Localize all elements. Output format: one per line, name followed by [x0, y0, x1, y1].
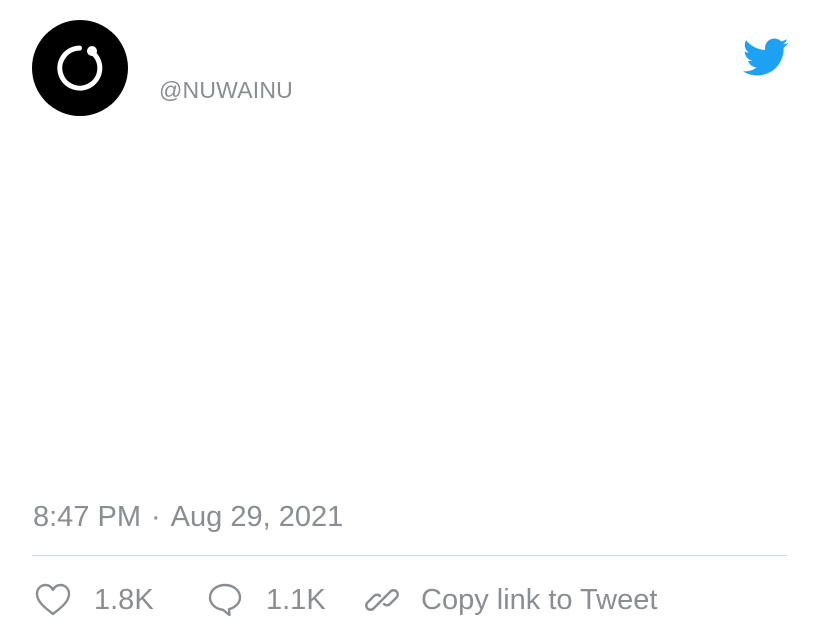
link-icon [365, 589, 399, 611]
copy-link-label: Copy link to Tweet [421, 584, 658, 616]
twitter-bird-icon[interactable] [740, 37, 790, 77]
copy-link-button[interactable]: Copy link to Tweet [365, 583, 657, 617]
tweet-date: Aug 29, 2021 [170, 501, 344, 533]
tweet-embed-card: @NUWAINU 8:47 PM · Aug 29, 2021 1.8K 1.1K [0, 0, 817, 641]
heart-icon [35, 583, 71, 616]
divider [32, 555, 787, 556]
ring-with-dot-logo-icon [57, 45, 103, 91]
like-button[interactable]: 1.8K [35, 583, 207, 617]
tweet-time: 8:47 PM [33, 501, 141, 533]
author-handle[interactable]: @NUWAINU [159, 77, 293, 103]
tweet-actions-bar: 1.8K 1.1K Copy link to Tweet [35, 578, 657, 622]
reply-button[interactable]: 1.1K [207, 582, 365, 618]
author-avatar[interactable] [32, 20, 128, 116]
like-count: 1.8K [94, 584, 154, 616]
timestamp-separator: · [151, 501, 161, 533]
reply-count: 1.1K [266, 584, 326, 616]
tweet-timestamp[interactable]: 8:47 PM · Aug 29, 2021 [33, 500, 343, 534]
speech-bubble-icon [208, 583, 242, 617]
